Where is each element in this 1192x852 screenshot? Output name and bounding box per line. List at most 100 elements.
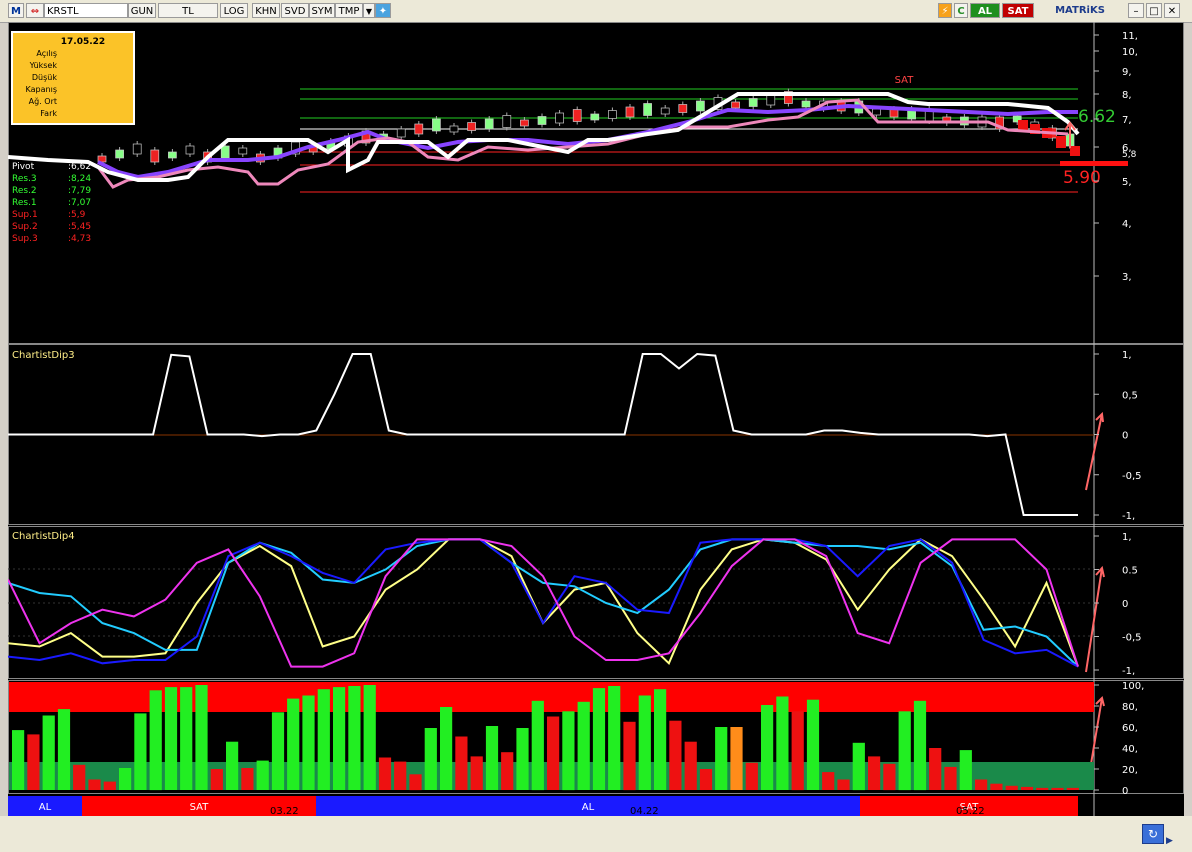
volume-bar <box>470 756 483 790</box>
signal-label: SAT <box>190 802 210 813</box>
pivot-label: Pivot <box>12 162 35 172</box>
volume-bar <box>730 727 743 790</box>
candle-body <box>1056 136 1066 148</box>
close-button[interactable]: ✕ <box>1164 3 1180 18</box>
volume-bar <box>73 764 86 790</box>
candle-body <box>872 108 881 116</box>
volume-bar <box>699 769 713 790</box>
current-price-marker <box>1060 161 1128 166</box>
candle-body <box>168 151 177 159</box>
volume-bar <box>547 716 560 790</box>
info-label-diff: Fark <box>40 109 57 118</box>
volume-bar <box>1066 787 1079 790</box>
dip3-axis: 1, 0,5 0 -0,5 -1, <box>1094 350 1142 522</box>
sat-button[interactable]: SAT <box>1002 3 1034 18</box>
chart-type-icon[interactable]: ⇔ <box>26 3 44 18</box>
currency-button[interactable]: TL <box>158 3 218 18</box>
info-date: 17.05.22 <box>61 37 105 47</box>
candle-body <box>449 125 459 133</box>
price-tick-label: 5, <box>1122 177 1132 188</box>
chart-area[interactable]: 17.05.22 Açılış Yüksek Düşük Kapanış Ağ.… <box>7 22 1184 817</box>
pivot-table: Pivot:6,62 Res.3:8,24 Res.2:7,79 Res.1:7,07… <box>12 162 91 244</box>
volume-tick-label: 60, <box>1122 723 1138 734</box>
volume-bar <box>271 712 285 790</box>
dip3-tick-label: -1, <box>1122 511 1135 522</box>
dip4-grid <box>8 568 1094 637</box>
candle-body <box>572 109 582 122</box>
pivot-value: :5,45 <box>68 222 91 232</box>
volume-bar <box>975 779 988 790</box>
volume-bar <box>241 768 254 790</box>
volume-bar <box>822 772 835 790</box>
volume-bar <box>180 687 193 790</box>
tmp-button[interactable]: TMP <box>335 3 363 18</box>
volume-bar <box>164 687 178 790</box>
volume-bar <box>638 695 651 790</box>
volume-bar <box>424 728 437 790</box>
candle-body <box>625 106 635 118</box>
dip3-tick-label: -0,5 <box>1122 471 1142 482</box>
symbol-field[interactable]: KRSTL <box>44 3 128 18</box>
volume-bar <box>761 705 774 790</box>
restore-button[interactable]: □ <box>1146 3 1162 18</box>
dip4-tick-label: 0 <box>1122 599 1128 610</box>
info-label-open: Açılış <box>36 49 57 58</box>
volume-bar <box>1051 787 1064 790</box>
pivot-label: Res.1 <box>12 198 37 208</box>
khn-button[interactable]: KHN <box>252 3 280 18</box>
candle-body <box>185 145 195 155</box>
lightning-icon[interactable]: ⚡ <box>938 3 952 18</box>
signal-label: AL <box>582 802 595 813</box>
price-tick-label: 3, <box>1122 272 1132 283</box>
dip4-tick-label: 0.5 <box>1122 566 1138 577</box>
volume-bar <box>684 741 697 790</box>
volume-bar <box>1020 786 1034 790</box>
info-label-close: Kapanış <box>26 85 57 94</box>
pivot-label: Sup.2 <box>12 222 38 232</box>
volume-bar <box>516 728 529 790</box>
candle-body <box>696 100 705 112</box>
volume-bar <box>149 690 162 791</box>
candle-body <box>414 123 424 135</box>
scroll-right-button[interactable]: ▶ <box>1166 836 1176 848</box>
date-label: 03.22 <box>270 806 299 816</box>
candle-body <box>1070 146 1080 156</box>
volume-bar <box>501 752 514 790</box>
sat-signal-label: SAT <box>895 75 915 86</box>
candlestick-series <box>97 88 1080 165</box>
volume-tick-label: 20, <box>1122 765 1138 776</box>
candle-body <box>608 110 617 119</box>
price-tick-label: 9, <box>1122 67 1132 78</box>
logo-button[interactable]: M <box>8 3 24 18</box>
toolbar: M ⇔ KRSTL GUN TL LOG KHN SVD SYM TMP ▼ ✦… <box>0 0 1192 23</box>
log-button[interactable]: LOG <box>220 3 248 18</box>
volume-bar <box>363 685 376 790</box>
brand-label: MATRiKS <box>1055 5 1105 16</box>
twitter-icon[interactable]: ✦ <box>375 3 391 18</box>
info-label-wavg: Ağ. Ort <box>29 97 57 106</box>
candle-body <box>643 103 652 116</box>
sym-button[interactable]: SYM <box>309 3 335 18</box>
period-button[interactable]: GUN <box>128 3 156 18</box>
al-button[interactable]: AL <box>970 3 1000 18</box>
refresh-icon[interactable]: C <box>954 3 968 18</box>
sync-icon[interactable]: ↻ <box>1142 824 1164 844</box>
signal-label: AL <box>39 802 52 813</box>
volume-bar <box>623 721 636 791</box>
pivot-label: Res.2 <box>12 186 37 196</box>
candle-body <box>132 143 142 155</box>
candle-body <box>520 119 529 127</box>
candle-body <box>484 118 494 130</box>
volume-bar <box>394 761 407 790</box>
svd-button[interactable]: SVD <box>281 3 309 18</box>
volume-bar <box>1005 785 1018 790</box>
volume-bar <box>333 687 346 790</box>
candle-body <box>396 128 406 138</box>
candle-body <box>537 116 547 125</box>
candle-body <box>555 112 564 124</box>
pivot-value: :6,62 <box>68 162 91 172</box>
volume-bar <box>455 736 468 790</box>
dropdown-icon[interactable]: ▼ <box>363 3 375 18</box>
volume-bar <box>409 774 422 791</box>
minimize-button[interactable]: – <box>1128 3 1144 18</box>
